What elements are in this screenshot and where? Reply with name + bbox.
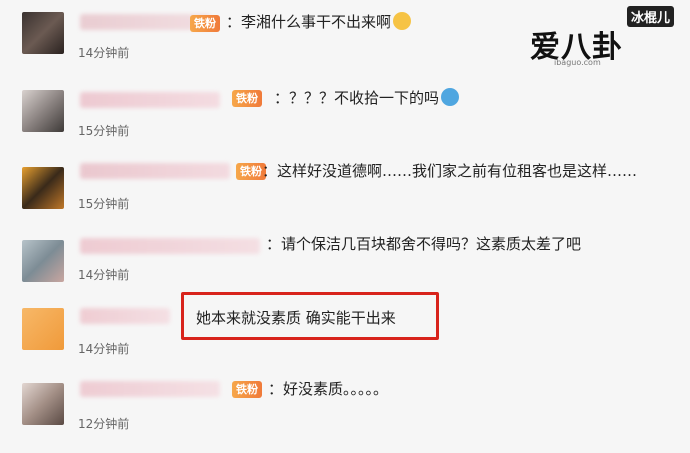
- comment-row: 铁粉 ：这样好没道德啊……我们家之前有位租客也是这样…… 15分钟前: [0, 155, 690, 227]
- comment-time: 14分钟前: [78, 46, 130, 60]
- avatar[interactable]: [22, 308, 64, 350]
- avatar[interactable]: [22, 383, 64, 425]
- username-blurred[interactable]: [80, 163, 230, 179]
- comment-time: 12分钟前: [78, 417, 130, 431]
- username-blurred[interactable]: [80, 381, 220, 397]
- highlight-box: [181, 292, 439, 340]
- comment-text: ：李湘什么事干不出来啊: [226, 12, 412, 32]
- comment-text: ：？？？不收拾一下的吗: [274, 88, 460, 108]
- avatar[interactable]: [22, 12, 64, 54]
- username-blurred[interactable]: [80, 238, 260, 254]
- username-blurred[interactable]: [80, 308, 170, 324]
- comment-text-content: ：李湘什么事干不出来啊: [226, 13, 392, 31]
- doraemon-emoji-icon: [441, 88, 460, 106]
- fan-badge: 铁粉: [190, 15, 220, 32]
- avatar[interactable]: [22, 90, 64, 132]
- comment-row: 铁粉 ：好没素质。。。。。 12分钟前: [0, 375, 690, 447]
- comment-text: ：好没素质。。。。。: [268, 380, 389, 398]
- comment-row: 铁粉 ：李湘什么事干不出来啊 14分钟前: [0, 0, 690, 72]
- username-blurred[interactable]: [80, 92, 220, 108]
- comment-text: ：这样好没道德啊……我们家之前有位租客也是这样……: [262, 162, 638, 180]
- comment-text: ：请个保洁几百块都舍不得吗？这素质太差了吧: [266, 235, 582, 253]
- comment-time: 15分钟前: [78, 197, 130, 211]
- comment-time: 15分钟前: [78, 124, 130, 138]
- grin-emoji-icon: [393, 12, 412, 30]
- comment-time: 14分钟前: [78, 268, 130, 282]
- comment-time: 14分钟前: [78, 342, 130, 356]
- avatar[interactable]: [22, 240, 64, 282]
- comment-row: 铁粉 ：？？？不收拾一下的吗 15分钟前: [0, 78, 690, 150]
- fan-badge: 铁粉: [232, 381, 262, 398]
- fan-badge: 铁粉: [232, 90, 262, 107]
- comment-text-content: ：？？？不收拾一下的吗: [274, 89, 440, 107]
- avatar[interactable]: [22, 167, 64, 209]
